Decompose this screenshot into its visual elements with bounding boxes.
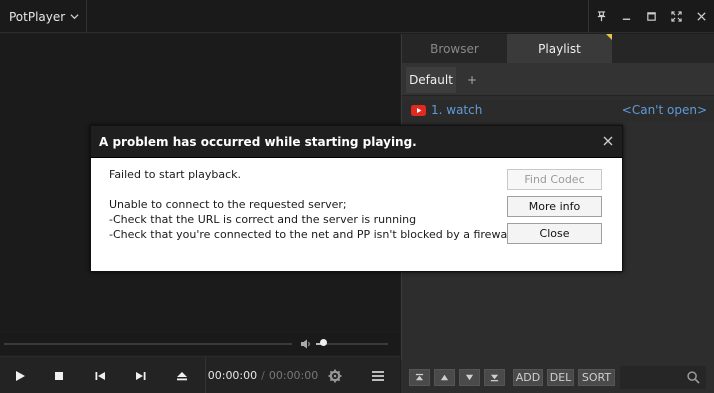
volume-slider[interactable]: [316, 343, 388, 345]
move-down-button[interactable]: [459, 369, 480, 386]
move-down-icon: [465, 374, 474, 381]
playlist-item[interactable]: 1. watch <Can't open>: [402, 100, 714, 121]
move-top-button[interactable]: [409, 369, 430, 386]
move-up-button[interactable]: [434, 369, 455, 386]
move-up-icon: [440, 374, 449, 381]
add-button[interactable]: ADD: [513, 369, 543, 386]
panel-tabs: Browser Playlist: [402, 34, 714, 63]
playlist-item-status: <Can't open>: [621, 103, 707, 117]
window-controls: [588, 0, 714, 33]
hamburger-menu-icon: [372, 370, 384, 381]
sort-button[interactable]: SORT: [578, 369, 615, 386]
playlist-search-input[interactable]: [620, 366, 706, 389]
title-bar: PotPlayer: [0, 0, 714, 33]
playlist-tabs: Default +: [402, 63, 714, 96]
dialog-message-line-4: -Check that you're connected to the net …: [109, 228, 514, 241]
menu-button[interactable]: [363, 357, 393, 393]
error-dialog: A problem has occurred while starting pl…: [90, 125, 623, 272]
volume-knob[interactable]: [319, 339, 327, 346]
youtube-icon: [411, 105, 426, 116]
tab-playlist[interactable]: Playlist: [507, 34, 612, 63]
minimize-icon: [622, 18, 631, 20]
dialog-title: A problem has occurred while starting pl…: [99, 135, 417, 149]
stop-icon: [55, 371, 63, 380]
volume-icon[interactable]: [300, 338, 312, 350]
seek-row: [0, 333, 400, 355]
move-top-icon: [415, 373, 424, 381]
previous-button[interactable]: [82, 357, 118, 393]
delete-button[interactable]: DEL: [547, 369, 574, 386]
app-menu-button[interactable]: PotPlayer: [0, 0, 87, 33]
dialog-message-line-3: -Check that the URL is correct and the s…: [109, 213, 417, 226]
playlist-item-title: 1. watch: [431, 103, 483, 117]
more-info-button[interactable]: More info: [507, 196, 602, 217]
play-button[interactable]: [2, 357, 38, 393]
eject-icon: [177, 371, 187, 380]
move-bottom-button[interactable]: [484, 369, 505, 386]
tab-browser-label: Browser: [430, 41, 479, 56]
playlist-toolbar: ADD DEL SORT: [401, 360, 714, 393]
stop-button[interactable]: [41, 357, 77, 393]
previous-icon: [95, 371, 105, 380]
move-bottom-icon: [490, 374, 499, 382]
dialog-header: A problem has occurred while starting pl…: [91, 126, 622, 158]
maximize-icon: [647, 12, 656, 21]
next-icon: [136, 371, 146, 380]
tab-playlist-label: Playlist: [538, 41, 581, 56]
settings-button[interactable]: [322, 357, 348, 393]
add-playlist-tab-button[interactable]: +: [464, 67, 480, 93]
close-icon: [697, 12, 706, 21]
pin-button[interactable]: [589, 0, 614, 33]
control-bar: 00:00:00 / 00:00:00: [0, 356, 400, 393]
maximize-button[interactable]: [639, 0, 664, 33]
seek-bar[interactable]: [4, 343, 292, 345]
fullscreen-icon: [671, 11, 682, 22]
pin-icon: [597, 11, 606, 22]
chevron-down-icon: [70, 14, 79, 20]
time-display: 00:00:00 / 00:00:00: [205, 357, 320, 393]
dialog-body: Failed to start playback. Unable to conn…: [91, 158, 622, 271]
fullscreen-button[interactable]: [664, 0, 689, 33]
eject-button[interactable]: [164, 357, 200, 393]
app-menu-label: PotPlayer: [9, 9, 66, 24]
close-window-button[interactable]: [689, 0, 714, 33]
total-time: 00:00:00: [268, 369, 319, 382]
dialog-message-line-2: Unable to connect to the requested serve…: [109, 198, 347, 211]
current-time: 00:00:00: [207, 369, 258, 382]
search-icon[interactable]: [687, 371, 700, 384]
find-codec-button[interactable]: Find Codec: [507, 169, 602, 190]
close-button[interactable]: Close: [507, 223, 602, 244]
tab-corner-marker: [606, 34, 612, 40]
playlist-tab-default[interactable]: Default: [406, 67, 456, 93]
gear-icon: [328, 369, 342, 382]
tab-browser[interactable]: Browser: [402, 34, 507, 63]
minimize-button[interactable]: [614, 0, 639, 33]
time-separator: /: [261, 369, 265, 382]
dialog-close-icon[interactable]: [601, 134, 615, 148]
play-icon: [16, 370, 25, 381]
next-button[interactable]: [123, 357, 159, 393]
dialog-message-line-1: Failed to start playback.: [109, 168, 241, 181]
